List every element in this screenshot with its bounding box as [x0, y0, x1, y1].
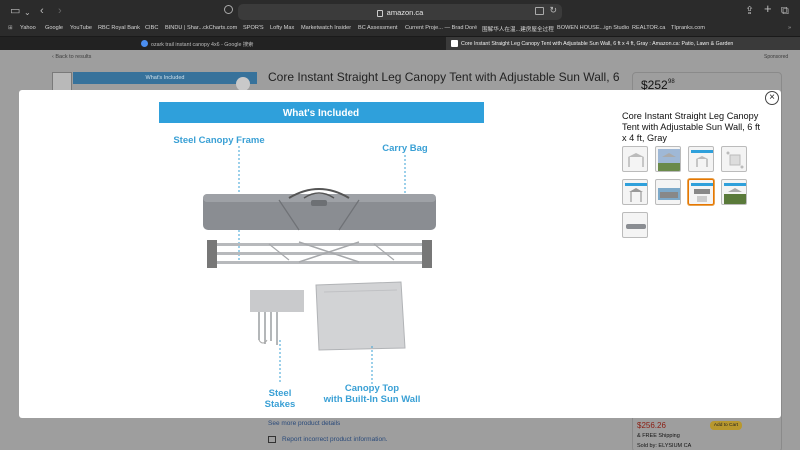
canopy-label-line2: with Built-In Sun Wall: [323, 394, 421, 405]
sidebar-toggle-icon[interactable]: ▭: [10, 4, 20, 18]
thumbnail-6[interactable]: [655, 179, 681, 205]
sold-by: Sold by: ELYSIUM CA: [637, 443, 692, 449]
privacy-shield-icon[interactable]: [224, 5, 233, 14]
list-price: $256.26: [637, 421, 666, 430]
flag-icon: [268, 436, 276, 443]
see-more-details-link[interactable]: See more product details: [268, 420, 340, 427]
bookmark-item[interactable]: Google: [45, 25, 63, 31]
reader-icon[interactable]: [535, 7, 544, 15]
frame-label: Steel Canopy Frame: [173, 135, 264, 146]
amazon-favicon-icon: [451, 40, 458, 47]
whats-included-banner: What's Included: [73, 72, 257, 84]
back-to-results-link[interactable]: ‹ Back to results: [52, 54, 91, 60]
tab-bar: ozark trail instant canopy 4x6 - Google …: [0, 37, 800, 50]
bookmark-item[interactable]: TIpranks.com: [671, 25, 705, 31]
chevron-down-icon[interactable]: ⌄: [24, 6, 31, 20]
bookmark-item[interactable]: 围解华人在温...建房屋全过程: [482, 25, 554, 33]
bookmark-item[interactable]: BINDU | Shar...ckCharts.com: [165, 25, 237, 31]
shipping-info: & FREE Shipping: [637, 433, 680, 439]
close-button[interactable]: ×: [765, 91, 779, 105]
bookmark-item[interactable]: Lofty Max: [270, 25, 294, 31]
back-icon[interactable]: ‹: [40, 4, 44, 18]
canopy-label-line1: Canopy Top: [345, 383, 399, 394]
bookmark-item[interactable]: Marketwatch Insider: [301, 25, 351, 31]
thumbnail-8[interactable]: [721, 179, 747, 205]
tab-label: Core Instant Straight Leg Canopy Tent wi…: [461, 40, 734, 47]
tab-overview-icon[interactable]: ⧉: [781, 4, 789, 18]
thumbnail-4[interactable]: [721, 146, 747, 172]
reload-icon[interactable]: ↻: [549, 5, 557, 16]
sponsored-label: Sponsored: [764, 54, 789, 60]
thumbnail-1[interactable]: [622, 146, 648, 172]
product-thumbnail[interactable]: [52, 72, 72, 92]
thumbnail-5[interactable]: [622, 179, 648, 205]
bag-label: Carry Bag: [382, 143, 428, 154]
main-product-image: What's Included Steel Canopy Frame Carry…: [159, 102, 484, 410]
price-fraction: 98: [668, 79, 675, 85]
stakes-label-line1: Steel: [269, 388, 292, 399]
bookmarks-grid-icon[interactable]: ⊞: [8, 25, 13, 31]
report-incorrect-link[interactable]: Report incorrect product information.: [282, 436, 388, 443]
lock-icon: [376, 9, 383, 17]
forward-icon[interactable]: ›: [58, 4, 62, 18]
thumbnail-3[interactable]: [688, 146, 714, 172]
bookmark-item[interactable]: RBC Royal Bank: [98, 25, 140, 31]
product-title: Core Instant Straight Leg Canopy Tent wi…: [268, 70, 620, 84]
bookmark-item[interactable]: Current Proje... — Brad Doré: [405, 25, 477, 31]
stakes-label-line2: Stakes: [265, 399, 296, 410]
bookmark-item[interactable]: BOWEN HOUSE...ign Studio: [557, 25, 629, 31]
tab-google-search[interactable]: ozark trail instant canopy 4x6 - Google …: [138, 37, 438, 50]
tab-label: ozark trail instant canopy 4x6 - Google …: [151, 41, 254, 48]
bookmark-item[interactable]: REALTOR.ca: [632, 25, 665, 31]
bookmark-item[interactable]: YouTube: [70, 25, 92, 31]
modal-title: Core Instant Straight Leg Canopy Tent wi…: [622, 111, 761, 143]
thumbnail-2[interactable]: [655, 146, 681, 172]
new-tab-icon[interactable]: +: [764, 2, 772, 16]
whats-included-text: What's Included: [283, 108, 359, 119]
bookmarks-bar: ⊞ Yahoo Google YouTube RBC Royal Bank CI…: [0, 23, 800, 37]
more-bookmarks-icon[interactable]: »: [788, 25, 791, 31]
address-bar[interactable]: amazon.ca ↻: [238, 4, 562, 20]
bookmark-item[interactable]: CIBC: [145, 25, 158, 31]
add-to-cart-button[interactable]: Add to Cart: [710, 421, 742, 430]
image-viewer-modal: × What's Included Steel Canopy Frame Car…: [19, 90, 781, 418]
bookmark-item[interactable]: Yahoo: [20, 25, 36, 31]
thumbnail-9[interactable]: [622, 212, 648, 238]
bookmark-item[interactable]: SPOR'S: [243, 25, 264, 31]
bookmark-item[interactable]: BC Assessment: [358, 25, 397, 31]
google-favicon-icon: [141, 40, 148, 47]
share-icon[interactable]: ⇪: [745, 4, 754, 18]
tab-amazon-product[interactable]: Core Instant Straight Leg Canopy Tent wi…: [446, 37, 800, 50]
stake-packet: [250, 290, 304, 312]
browser-toolbar: ▭ ⌄ ‹ › amazon.ca ↻ ⇪ + ⧉: [0, 0, 800, 23]
address-url: amazon.ca: [386, 7, 424, 17]
thumbnail-7[interactable]: [688, 179, 714, 205]
share-icon[interactable]: [236, 77, 250, 91]
